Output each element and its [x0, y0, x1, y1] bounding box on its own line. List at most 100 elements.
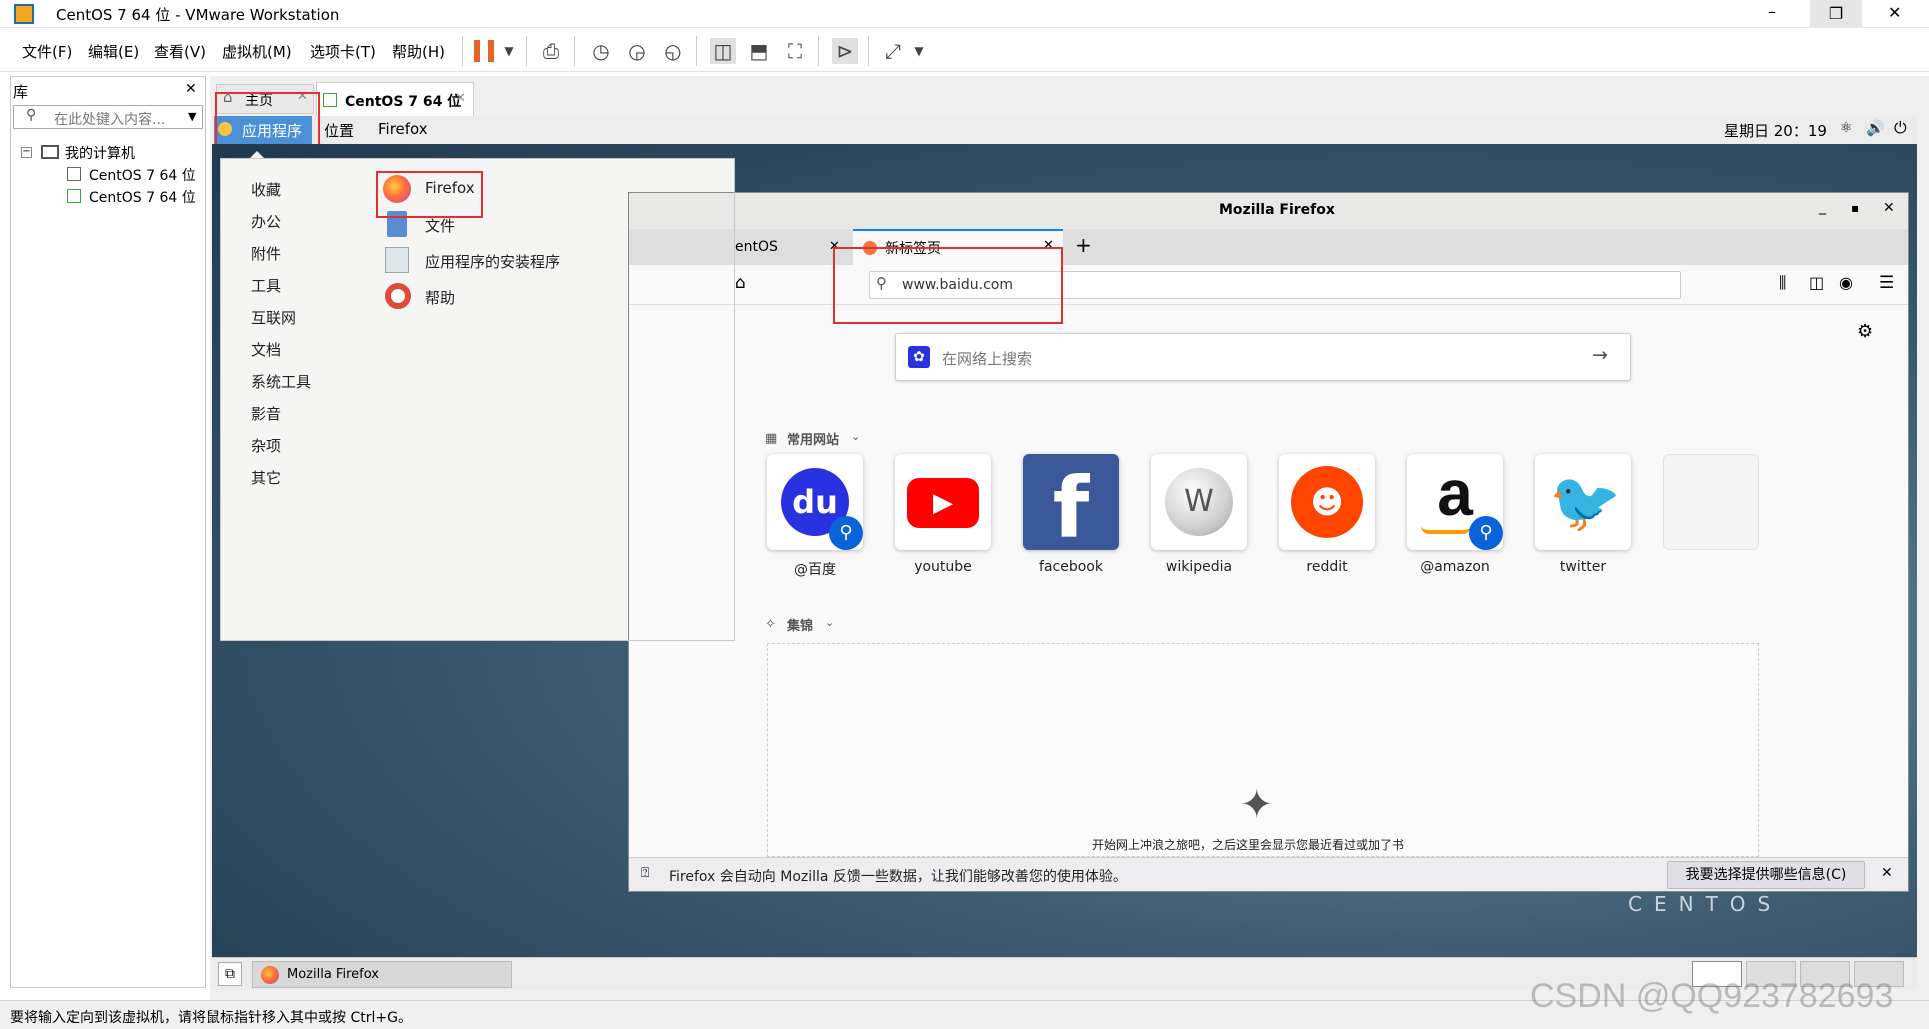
topsites-label[interactable]: 常用网站 — [787, 429, 839, 448]
new-tab-icon[interactable]: + — [1075, 233, 1092, 257]
fullscreen-icon[interactable]: ⛶ — [782, 38, 808, 64]
snapshot-icon[interactable]: ◷ — [588, 38, 614, 64]
volume-icon[interactable]: 🔊 — [1866, 119, 1885, 137]
category-other[interactable]: 其它 — [251, 467, 281, 488]
topsite-reddit[interactable]: ☻ — [1279, 454, 1375, 550]
snapshot-manager-icon[interactable]: ◵ — [660, 38, 686, 64]
tree-collapse-icon[interactable]: − — [21, 147, 32, 158]
vmware-logo-icon — [14, 4, 34, 24]
topsite-wikipedia[interactable]: W — [1151, 454, 1247, 550]
taskbar-firefox[interactable]: Mozilla Firefox — [252, 961, 512, 988]
console-icon[interactable]: ⊳ — [832, 38, 858, 64]
library-icon[interactable]: ⫼ — [1779, 273, 1786, 293]
title-bar: CentOS 7 64 位 - VMware Workstation – ❐ ✕ — [0, 0, 1929, 28]
category-system-tools[interactable]: 系统工具 — [251, 371, 311, 392]
watermark: CSDN @QQ923782693 — [1530, 977, 1894, 1015]
menu-view[interactable]: 查看(V) — [154, 41, 206, 62]
firefox-window: Mozilla Firefox _ ▪ ✕ entOS ✕ 新标签页 ✕ + ⌂… — [628, 192, 1909, 892]
search-icon: ⚲ — [26, 107, 37, 123]
topsite-label: @amazon — [1420, 559, 1490, 575]
dropdown-icon[interactable]: ▼ — [496, 38, 522, 64]
maximize-button[interactable]: ▪ — [1851, 201, 1859, 215]
topsite-twitter[interactable]: 🐦 — [1535, 454, 1631, 550]
topsite-empty[interactable] — [1663, 454, 1759, 550]
reddit-icon: ☻ — [1291, 466, 1363, 538]
account-icon[interactable]: ◉ — [1839, 273, 1853, 292]
computer-icon — [41, 145, 59, 159]
category-documents[interactable]: 文档 — [251, 339, 281, 360]
highlights-label[interactable]: 集锦 — [787, 615, 813, 634]
stretch-icon[interactable]: ⤢ — [880, 38, 906, 64]
library-close-button[interactable]: ✕ — [185, 81, 197, 97]
clock[interactable]: 星期日 20：19 — [1724, 120, 1827, 141]
highlight-box — [833, 247, 1063, 324]
notification-bar: ⍰ Firefox 会自动向 Mozilla 反馈一些数据，让我们能够改善您的使… — [629, 857, 1908, 891]
choose-info-button[interactable]: 我要选择提供哪些信息(C) — [1667, 861, 1865, 889]
library-search-input[interactable]: ⚲ 在此处键入内容... ▼ — [13, 105, 203, 129]
app-files[interactable]: 文件 — [425, 215, 455, 236]
minimize-button[interactable]: _ — [1819, 199, 1826, 215]
home-icon[interactable]: ⌂ — [735, 273, 746, 293]
gnome-top-bar: 应用程序 位置 Firefox 星期日 20：19 ⚛ 🔊 ⏻ — [212, 116, 1917, 144]
tree-root[interactable]: 我的计算机 — [65, 143, 135, 163]
chevron-down-icon[interactable]: ⌄ — [851, 430, 860, 443]
menu-vm[interactable]: 虚拟机(M) — [222, 41, 292, 62]
tree-item[interactable]: CentOS 7 64 位 — [89, 187, 196, 207]
web-search-box[interactable]: ✿ 在网络上搜索 → — [895, 333, 1631, 381]
dropdown-icon[interactable]: ▼ — [188, 110, 196, 123]
minimize-button[interactable]: – — [1768, 2, 1776, 21]
category-accessories[interactable]: 附件 — [251, 243, 281, 264]
topsite-facebook[interactable]: f — [1023, 454, 1119, 557]
pause-icon[interactable] — [474, 40, 494, 62]
app-help[interactable]: 帮助 — [425, 287, 455, 308]
topsite-youtube[interactable]: ▶ — [895, 454, 991, 550]
ff-titlebar: Mozilla Firefox _ ▪ ✕ — [629, 193, 1908, 229]
revert-snapshot-icon[interactable]: ◶ — [624, 38, 650, 64]
close-icon[interactable]: ✕ — [455, 91, 466, 106]
tab-vm[interactable]: CentOS 7 64 位 ✕ — [316, 82, 474, 116]
app-installer[interactable]: 应用程序的安装程序 — [425, 251, 560, 272]
thumbnail-icon[interactable]: ⬒ — [746, 38, 772, 64]
menu-edit[interactable]: 编辑(E) — [88, 41, 139, 62]
ff-tab[interactable]: entOS ✕ — [629, 231, 849, 265]
menu-file[interactable]: 文件(F) — [22, 41, 72, 62]
close-button[interactable]: ✕ — [1883, 200, 1895, 216]
category-tools[interactable]: 工具 — [251, 275, 281, 296]
category-misc[interactable]: 杂项 — [251, 435, 281, 456]
vm-icon — [67, 167, 81, 181]
tree-item[interactable]: CentOS 7 64 位 — [89, 165, 196, 185]
ff-tabstrip: entOS ✕ 新标签页 ✕ + — [629, 229, 1908, 265]
library-title: 库 — [13, 83, 29, 101]
show-library-icon[interactable]: ◫ — [710, 38, 736, 64]
status-text: 要将输入定向到该虚拟机，请将鼠标指针移入其中或按 Ctrl+G。 — [10, 1010, 412, 1026]
restore-button[interactable]: ❐ — [1810, 0, 1862, 28]
category-favorites[interactable]: 收藏 — [251, 179, 281, 200]
menu-help[interactable]: 帮助(H) — [392, 41, 445, 62]
menu-hamburger-icon[interactable]: ☰ — [1879, 273, 1894, 293]
topsite-amazon[interactable]: a ⚲ — [1407, 454, 1503, 550]
network-icon[interactable]: ⚛ — [1840, 120, 1853, 136]
places-menu[interactable]: 位置 — [324, 120, 354, 141]
show-desktop-icon[interactable]: ⧉ — [218, 962, 242, 986]
category-multimedia[interactable]: 影音 — [251, 403, 281, 424]
app-menu[interactable]: Firefox — [378, 120, 428, 138]
chevron-down-icon[interactable]: ⌄ — [825, 616, 834, 629]
power-icon[interactable]: ⏻ — [1894, 118, 1907, 138]
dropdown-icon[interactable]: ▼ — [906, 38, 932, 64]
close-button[interactable]: ✕ — [1888, 3, 1901, 22]
category-internet[interactable]: 互联网 — [251, 307, 296, 328]
menu-tabs[interactable]: 选项卡(T) — [310, 41, 376, 62]
sidebar-icon[interactable]: ◫ — [1809, 273, 1824, 292]
close-icon[interactable]: ✕ — [1881, 865, 1893, 881]
installer-icon — [385, 247, 409, 273]
separator — [574, 36, 575, 66]
topsite-baidu[interactable]: du ⚲ — [767, 454, 863, 550]
facebook-icon: f — [1052, 459, 1090, 557]
send-keys-icon[interactable]: ⎙ — [538, 38, 564, 64]
search-placeholder: 在此处键入内容... — [54, 112, 166, 128]
youtube-icon: ▶ — [907, 478, 979, 528]
sparkles-icon: ✦ — [1240, 782, 1274, 828]
arrow-right-icon[interactable]: → — [1592, 344, 1608, 366]
category-office[interactable]: 办公 — [251, 211, 281, 232]
settings-gear-icon[interactable]: ⚙ — [1857, 321, 1873, 342]
